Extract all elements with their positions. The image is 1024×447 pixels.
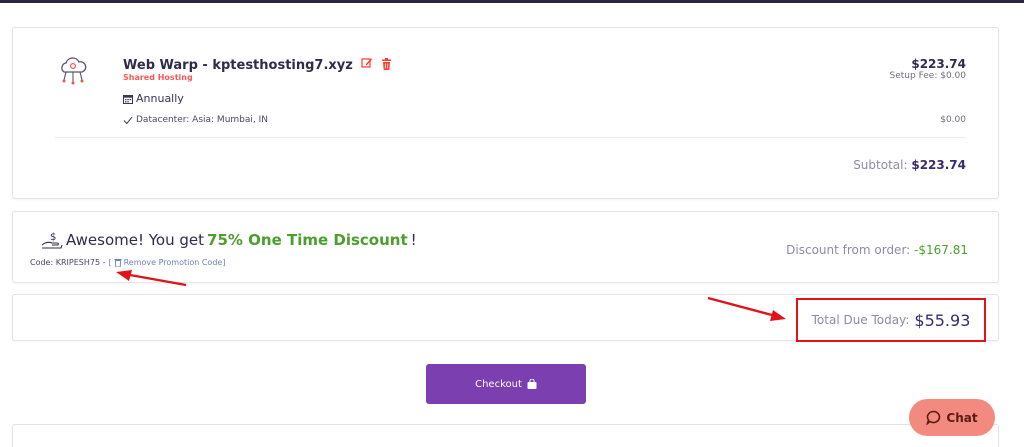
- setup-fee: Setup Fee: $0.00: [889, 71, 966, 81]
- product-name-text: Web Warp - kptesthosting7.xyz: [123, 58, 353, 73]
- cloud-hosting-icon: [61, 57, 87, 85]
- config-option-price: $0.00: [940, 115, 966, 125]
- promo-suffix: !: [410, 231, 417, 249]
- total-due-label: Total Due Today:: [811, 313, 910, 327]
- promo-code-line: Code: KRIPESH75 - [Remove Promotion Code…: [30, 258, 225, 267]
- billing-cycle-text: Annually: [136, 92, 184, 105]
- check-icon: [123, 116, 133, 124]
- total-card: Total Due Today: $55.93: [12, 294, 999, 342]
- discount-summary: Discount from order: -$167.81: [786, 243, 968, 257]
- promo-card: $ Awesome! You get 75% One Time Discount…: [12, 211, 999, 283]
- config-option-text: Datacenter: Asia: Mumbai, IN: [136, 115, 269, 125]
- calendar-icon: [123, 94, 133, 104]
- shopping-bag-icon: [527, 379, 537, 389]
- subtotal-value: $223.74: [911, 158, 966, 172]
- product-name: Web Warp - kptesthosting7.xyz: [123, 57, 392, 74]
- divider: [55, 137, 966, 138]
- bottom-card: [12, 424, 999, 447]
- money-hand-icon: $: [41, 232, 63, 249]
- chat-button[interactable]: Chat: [909, 399, 995, 436]
- cart-item-card: Web Warp - kptesthosting7.xyz Shared Hos…: [12, 27, 999, 199]
- edit-icon[interactable]: [361, 57, 373, 72]
- discount-value: -$167.81: [914, 243, 968, 257]
- config-option: Datacenter: Asia: Mumbai, IN: [123, 115, 268, 125]
- trash-icon: [114, 259, 122, 267]
- subtotal-label: Subtotal:: [853, 158, 908, 172]
- top-bar: [0, 0, 1024, 3]
- subtotal: Subtotal: $223.74: [853, 158, 966, 172]
- product-group: Shared Hosting: [123, 73, 193, 82]
- chat-label: Chat: [946, 410, 978, 425]
- promo-prefix: Awesome! You get: [66, 231, 205, 249]
- item-price: $223.74: [911, 57, 966, 71]
- promo-discount-text: 75% One Time Discount: [207, 231, 408, 249]
- discount-label: Discount from order:: [786, 243, 911, 257]
- trash-icon[interactable]: [381, 58, 392, 74]
- chat-bubble-icon: [926, 410, 941, 425]
- billing-cycle: Annually: [123, 92, 184, 105]
- promo-code-label: Code: KRIPESH75 -: [30, 258, 106, 267]
- remove-promo-text: Remove Promotion Code]: [123, 258, 226, 267]
- total-due-value: $55.93: [914, 310, 971, 330]
- checkout-label: Checkout: [475, 378, 522, 390]
- total-due-box: Total Due Today: $55.93: [796, 298, 986, 342]
- promo-message: $ Awesome! You get 75% One Time Discount…: [41, 231, 417, 249]
- remove-promo-link[interactable]: [Remove Promotion Code]: [108, 258, 225, 267]
- checkout-button[interactable]: Checkout: [426, 364, 586, 404]
- svg-text:$: $: [50, 232, 56, 243]
